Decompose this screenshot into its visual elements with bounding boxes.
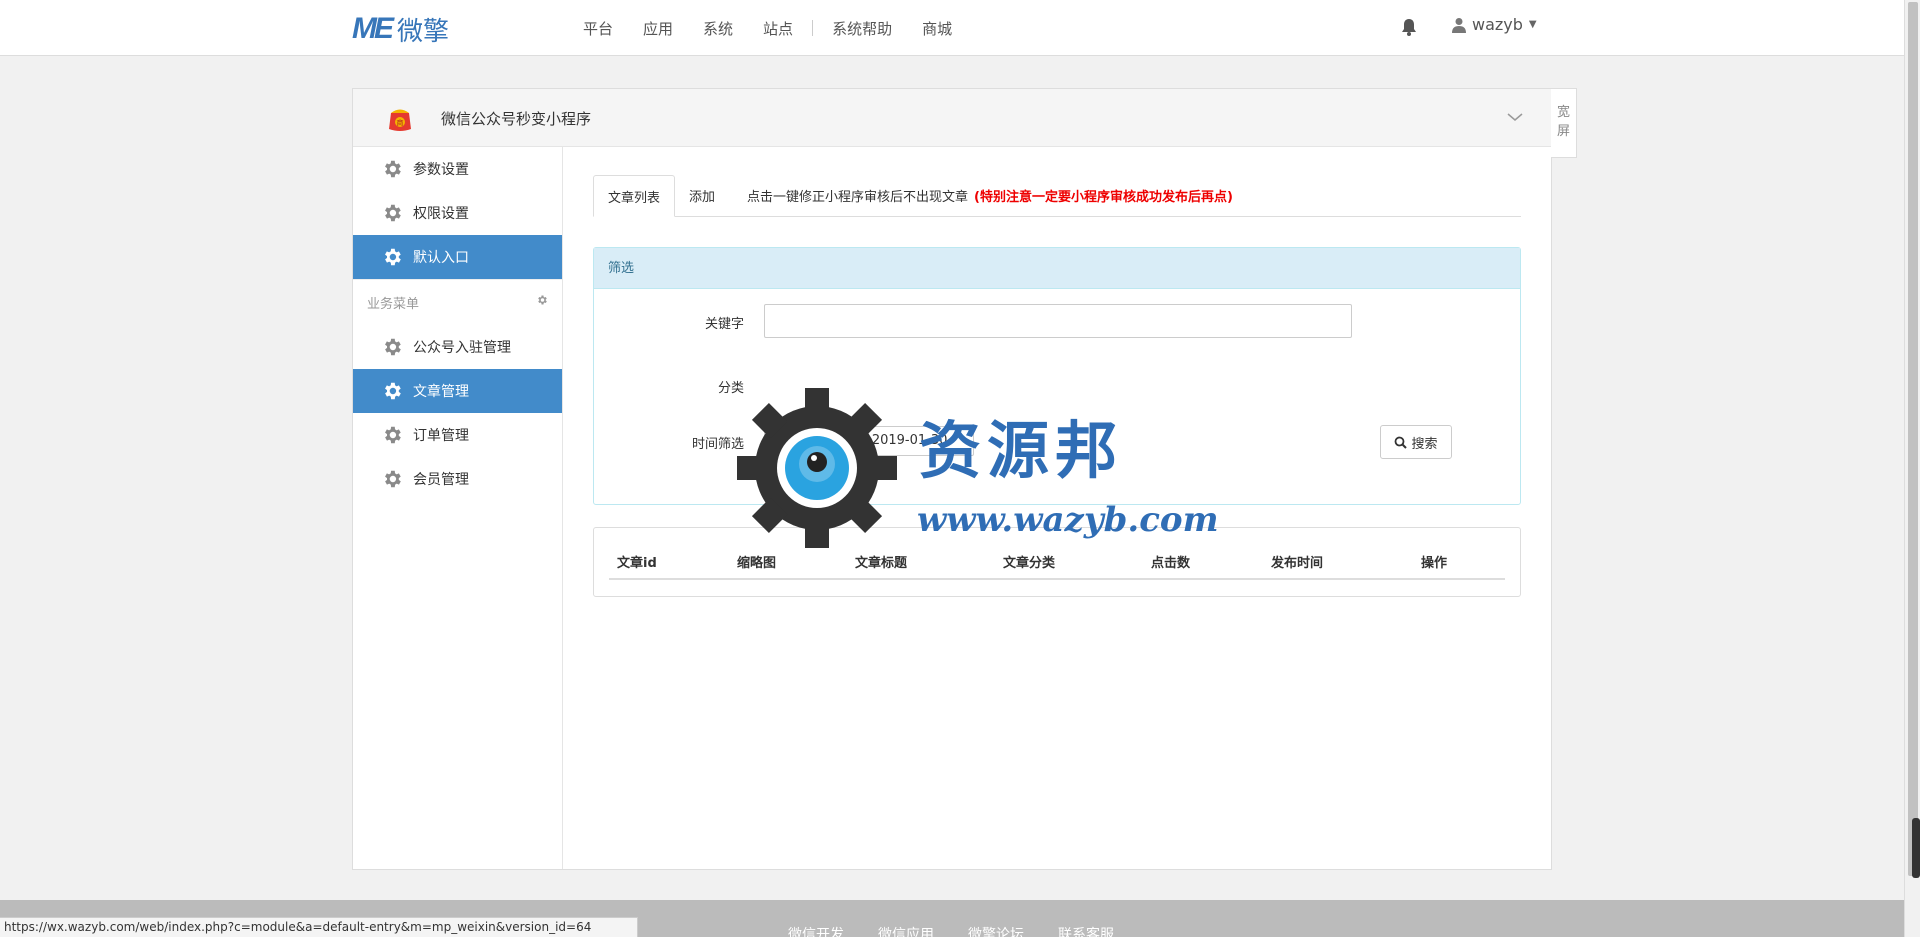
panel-header: 商 微信公众号秒变小程序 — [353, 89, 1551, 147]
app-icon: 商 — [389, 109, 411, 131]
sidebar-item-permissions[interactable]: 权限设置 — [353, 191, 562, 235]
time-filter-label: 时间筛选 — [691, 437, 744, 452]
top-navbar: ME 微擎 平台 应用 系统 站点 系统帮助 商城 wazyb ▼ — [0, 0, 1904, 56]
sidebar-item-label: 权限设置 — [413, 206, 469, 222]
col-publish-time: 发布时间 — [1271, 555, 1324, 571]
gear-icon — [385, 470, 401, 488]
nav-help[interactable]: 系统帮助 — [817, 18, 907, 39]
footer-link-support[interactable]: 联系客服 — [1058, 924, 1114, 937]
gear-icon — [385, 204, 401, 222]
scrollbar-thumb[interactable] — [1908, 2, 1918, 876]
tab-add[interactable]: 添加 — [675, 174, 729, 216]
user-menu[interactable]: wazyb ▼ — [1452, 15, 1537, 34]
category-label: 分类 — [717, 381, 744, 396]
fix-note: 点击一键修正小程序审核后不出现文章 — [747, 189, 969, 205]
scrollbar-widget[interactable] — [1912, 818, 1920, 878]
gear-icon — [385, 426, 401, 444]
sidebar-item-label: 公众号入驻管理 — [413, 340, 511, 356]
user-icon — [1452, 17, 1466, 33]
nav-platform[interactable]: 平台 — [568, 18, 628, 39]
keyword-label: 关键字 — [704, 317, 744, 332]
col-clicks: 点击数 — [1151, 555, 1191, 571]
col-actions: 操作 — [1421, 555, 1448, 571]
sidebar-item-label: 默认入口 — [413, 250, 469, 266]
col-id: 文章id — [617, 555, 657, 571]
warning-text: (特别注意一定要小程序审核成功发布后再点) — [974, 189, 1233, 205]
nav-apps[interactable]: 应用 — [628, 18, 688, 39]
sidebar-item-members[interactable]: 会员管理 — [353, 457, 562, 501]
search-label: 搜索 — [1411, 436, 1438, 452]
col-category: 文章分类 — [1003, 555, 1056, 571]
widescreen-toggle[interactable]: 宽屏 — [1551, 88, 1577, 158]
chevron-down-icon[interactable] — [1507, 109, 1523, 125]
main-content: 文章列表 添加 点击一键修正小程序审核后不出现文章 (特别注意一定要小程序审核成… — [593, 175, 1521, 597]
module-panel: 商 微信公众号秒变小程序 参数设置 权限设置 默认入口 业务菜单 公众号入驻管理 — [352, 88, 1552, 870]
svg-text:商: 商 — [397, 118, 404, 127]
sidebar: 参数设置 权限设置 默认入口 业务菜单 公众号入驻管理 文章管理 订单管理 会员… — [353, 147, 563, 869]
gear-icon — [385, 248, 401, 266]
footer-link-forum[interactable]: 微擎论坛 — [968, 924, 1024, 937]
fix-articles-link[interactable]: 点击一键修正小程序审核后不出现文章 (特别注意一定要小程序审核成功发布后再点) — [729, 174, 1233, 216]
logo[interactable]: ME 微擎 — [352, 12, 450, 47]
table-header: 文章id 缩略图 文章标题 文章分类 点击数 发布时间 操作 — [609, 544, 1505, 580]
page-scrollbar[interactable] — [1904, 0, 1920, 937]
sidebar-item-default-entry[interactable]: 默认入口 — [353, 235, 562, 279]
nav-system[interactable]: 系统 — [688, 18, 748, 39]
col-title: 文章标题 — [855, 555, 908, 571]
sidebar-item-label: 参数设置 — [413, 162, 469, 178]
tab-article-list[interactable]: 文章列表 — [593, 175, 676, 217]
tab-bar: 文章列表 添加 点击一键修正小程序审核后不出现文章 (特别注意一定要小程序审核成… — [593, 175, 1521, 217]
keyword-input[interactable] — [764, 304, 1352, 338]
sidebar-item-account-onboarding[interactable]: 公众号入驻管理 — [353, 325, 562, 369]
bell-icon[interactable] — [1400, 17, 1418, 37]
sidebar-section-business: 业务菜单 — [353, 279, 562, 325]
gear-icon — [385, 160, 401, 178]
sidebar-section-title: 业务菜单 — [367, 297, 420, 312]
filter-panel: 筛选 关键字 分类 时间筛选 2019-01-30 至 2019-01-30 搜… — [593, 247, 1521, 505]
settings-gear-icon[interactable] — [536, 294, 548, 306]
browser-status-url: https://wx.wazyb.com/web/index.php?c=mod… — [0, 917, 638, 937]
main-nav: 平台 应用 系统 站点 系统帮助 商城 — [568, 0, 967, 56]
logo-mark: ME — [352, 12, 394, 45]
sidebar-item-articles[interactable]: 文章管理 — [353, 369, 562, 413]
footer-links: 微信开发 微信应用 微擎论坛 联系客服 — [788, 924, 1148, 937]
footer-link-dev[interactable]: 微信开发 — [788, 924, 844, 937]
sidebar-item-label: 会员管理 — [413, 472, 469, 488]
gear-icon — [385, 338, 401, 356]
date-range-picker[interactable]: 2019-01-30 至 2019-01-30 — [764, 426, 974, 456]
nav-store[interactable]: 商城 — [907, 18, 967, 39]
caret-down-icon: ▼ — [1528, 19, 1537, 30]
footer-link-apps[interactable]: 微信应用 — [878, 924, 934, 937]
sidebar-item-params[interactable]: 参数设置 — [353, 147, 562, 191]
article-table: 文章id 缩略图 文章标题 文章分类 点击数 发布时间 操作 — [593, 527, 1521, 597]
sidebar-item-label: 订单管理 — [413, 428, 469, 444]
gear-icon — [385, 382, 401, 400]
app-title: 微信公众号秒变小程序 — [441, 110, 592, 128]
username: wazyb — [1472, 15, 1523, 34]
logo-text: 微擎 — [397, 16, 450, 47]
search-button[interactable]: 搜索 — [1380, 425, 1452, 459]
nav-divider — [812, 20, 814, 36]
sidebar-item-label: 文章管理 — [413, 384, 469, 400]
filter-title: 筛选 — [594, 248, 1520, 289]
sidebar-item-orders[interactable]: 订单管理 — [353, 413, 562, 457]
search-icon — [1395, 436, 1408, 449]
nav-site[interactable]: 站点 — [748, 18, 808, 39]
col-thumbnail: 缩略图 — [737, 555, 777, 571]
